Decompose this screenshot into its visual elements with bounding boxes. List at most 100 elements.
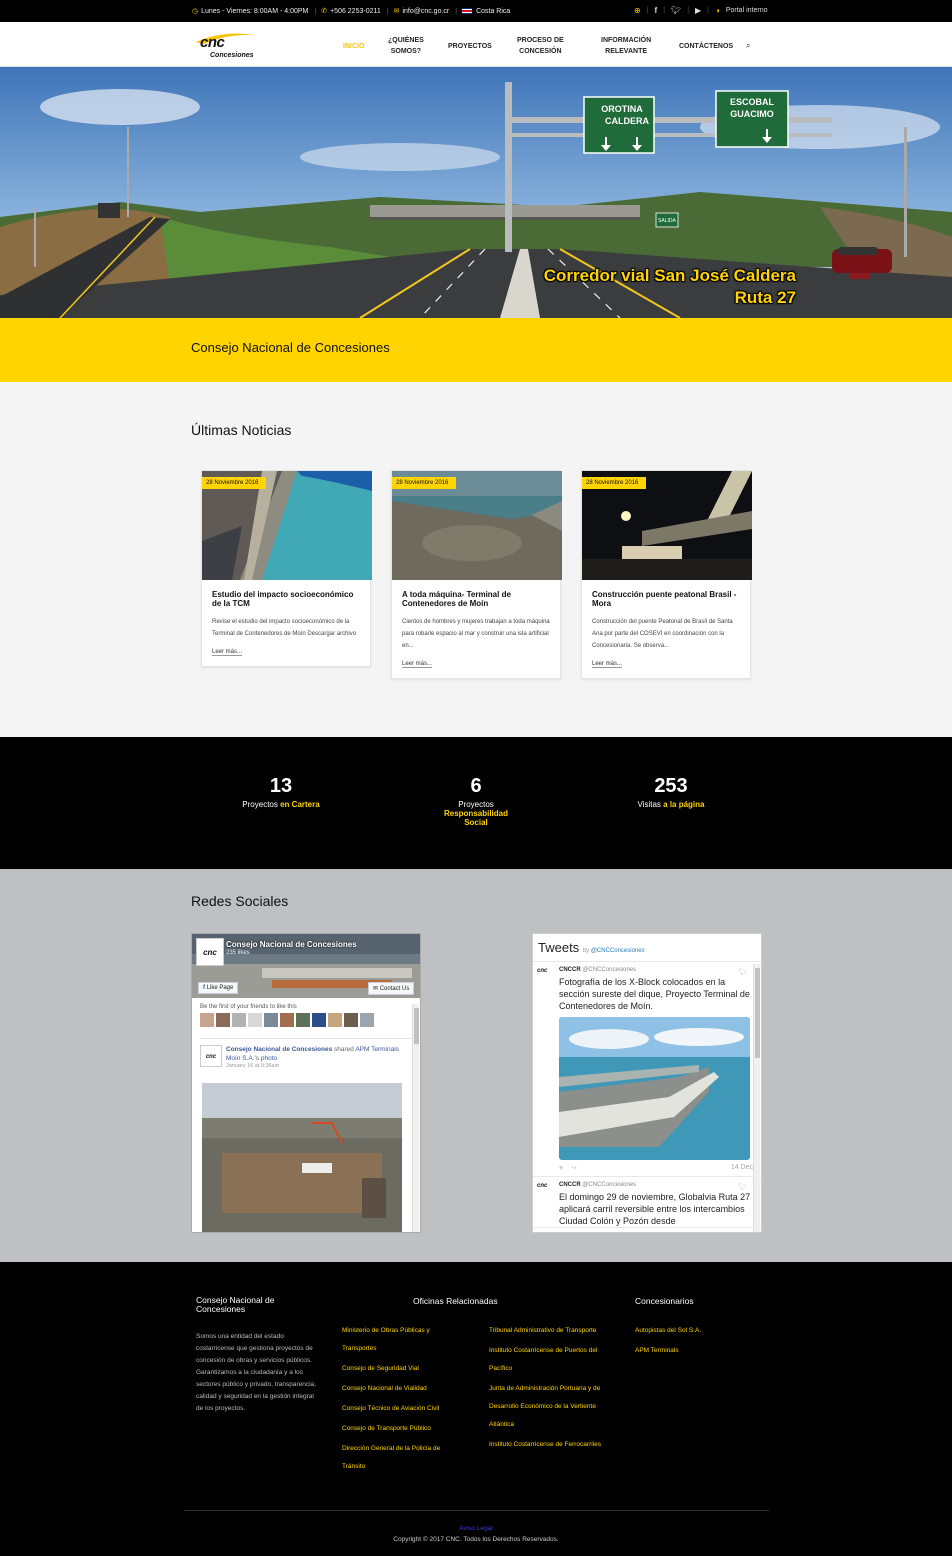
facebook-widget[interactable]: cnc Consejo Nacional de Concesiones 235 … — [191, 933, 421, 1233]
highway-photo: OROTINA CALDERA ESCOBAL GUACIMO SALIDA — [0, 67, 952, 318]
read-more-link[interactable]: Leer más... — [402, 661, 433, 668]
avatar[interactable] — [296, 1013, 310, 1027]
tweet-date[interactable]: 14 Dec — [731, 1164, 753, 1172]
avatar[interactable] — [248, 1013, 262, 1027]
footer-link[interactable]: Instituto Costarricense de Ferrocarriles — [489, 1436, 613, 1454]
mail-icon: ✉ — [373, 986, 379, 992]
facebook-post-avatar[interactable]: cnc — [200, 1045, 222, 1067]
footer-link[interactable]: Consejo Técnico de Aviación Civil — [342, 1400, 462, 1418]
hero-sign-1-line2: CALDERA — [605, 116, 649, 126]
avatar[interactable] — [360, 1013, 374, 1027]
facebook-post-photo-link[interactable]: photo — [261, 1055, 277, 1062]
footer-offices-title: Oficinas Relacionadas — [413, 1296, 498, 1306]
footer-link[interactable]: Consejo Nacional de Vialidad — [342, 1380, 462, 1398]
tweet-handle[interactable]: @CNCConcesiones — [582, 967, 636, 973]
avatar[interactable] — [216, 1013, 230, 1027]
nav-item-informacion-relevante[interactable]: INFORMACIÓN RELEVANTE — [601, 35, 651, 57]
nav-item-proceso-concesion[interactable]: PROCESO DE CONCESIÓN — [517, 35, 564, 57]
facebook-page-logo[interactable]: cnc — [196, 938, 224, 966]
tweet-author[interactable]: CNCCR — [559, 967, 581, 973]
facebook-post: cnc Consejo Nacional de Concesiones shar… — [200, 1038, 412, 1232]
twitter-title: Tweets — [538, 940, 580, 955]
avatar[interactable] — [312, 1013, 326, 1027]
avatar[interactable] — [264, 1013, 278, 1027]
footer-link[interactable]: Ministerio de Obras Públicas y Transport… — [342, 1322, 462, 1358]
top-bar: ◷ Lunes - Viernes: 8:00AM - 4:00PM | ✆ +… — [0, 0, 952, 22]
twitter-scrollbar[interactable] — [753, 964, 760, 1232]
twitter-icon[interactable]: 🐦︎ — [671, 6, 681, 15]
like-page-button[interactable]: f Like Page — [198, 982, 239, 994]
twitter-handle-link[interactable]: @CNCConcesiones — [591, 948, 645, 954]
footer-offices-links-b: Tribunal Administrativo de Transporte In… — [489, 1322, 613, 1456]
portal-link[interactable]: Portal interno — [726, 7, 768, 14]
read-more-link[interactable]: Leer más... — [592, 661, 623, 668]
tweet-avatar[interactable]: cnc — [537, 968, 555, 980]
twitter-widget[interactable]: Tweets by @CNCConcesiones cnc CNCCR @CNC… — [532, 933, 762, 1233]
tweet[interactable]: cnc CNCCR @CNCConcesiones 🐦︎ Fotografía … — [533, 962, 761, 1177]
scrollbar-thumb[interactable] — [755, 968, 760, 1058]
footer-link[interactable]: Junta de Administración Portuaria y de D… — [489, 1380, 613, 1434]
footer-link[interactable]: APM Terminals — [635, 1342, 755, 1360]
tweet-image[interactable] — [559, 1017, 750, 1160]
heart-icon[interactable]: ♥ — [559, 1165, 563, 1172]
scrollbar-thumb[interactable] — [414, 1008, 419, 1044]
tweet-handle[interactable]: @CNCConcesiones — [582, 1182, 636, 1188]
news-card[interactable]: 28 Noviembre 2016 Construcción puente pe… — [581, 470, 752, 679]
footer-link[interactable]: Autopistas del Sol S.A. — [635, 1322, 755, 1340]
tweet-avatar[interactable]: cnc — [537, 1183, 555, 1195]
news-card-title[interactable]: A toda máquina- Terminal de Contenedores… — [402, 590, 550, 608]
phone-text[interactable]: +506 2253-0211 — [330, 8, 381, 15]
contact-us-button[interactable]: ✉ Contact Us — [368, 982, 415, 995]
avatar[interactable] — [344, 1013, 358, 1027]
hero-sign-2-line1: ESCOBAL — [730, 97, 775, 107]
youtube-icon[interactable]: ▶ — [695, 6, 701, 15]
footer-link[interactable]: Instituto Costarricense de Puertos del P… — [489, 1342, 613, 1378]
avatar[interactable] — [200, 1013, 214, 1027]
globe-icon[interactable]: ⊕ — [634, 6, 641, 15]
news-card-title[interactable]: Estudio del impacto socioeconómico de la… — [212, 590, 360, 608]
news-card-image[interactable]: 28 Noviembre 2016 — [202, 471, 372, 580]
legal-notice-link[interactable]: Aviso Legal — [0, 1525, 952, 1532]
nav-item-contactenos[interactable]: CONTÁCTENOS — [679, 41, 733, 52]
twitter-by: by @CNCConcesiones — [583, 948, 645, 954]
facebook-post-photo[interactable] — [202, 1083, 402, 1232]
search-icon[interactable]: ⌕ — [746, 41, 750, 51]
nav-item-quienes-somos[interactable]: ¿QUIÉNES SOMOS? — [388, 35, 424, 57]
email-text[interactable]: info@cnc.go.cr — [402, 8, 449, 15]
news-card[interactable]: 28 Noviembre 2016 A toda máquina- Termin… — [391, 470, 562, 679]
share-icon[interactable]: ↪ — [571, 1165, 577, 1172]
footer-link[interactable]: Consejo de Transporte Público — [342, 1420, 462, 1438]
facebook-post-time[interactable]: January 16 at 9:36am — [226, 1063, 412, 1069]
facebook-cover[interactable]: cnc Consejo Nacional de Concesiones 235 … — [192, 934, 420, 998]
footer-link[interactable]: Tribunal Administrativo de Transporte — [489, 1322, 613, 1340]
breakwater-photo — [559, 1017, 750, 1160]
avatar[interactable] — [232, 1013, 246, 1027]
news-card[interactable]: 28 Noviembre 2016 Estudio del impacto so… — [201, 470, 372, 667]
nav-item-inicio[interactable]: INICIO — [343, 41, 364, 52]
footer-link[interactable]: Consejo de Seguridad Vial — [342, 1360, 462, 1378]
news-card-excerpt: Construcción del puente Peatonal de Bras… — [592, 619, 733, 649]
facebook-page-name[interactable]: Consejo Nacional de Concesiones — [226, 940, 357, 949]
stat-label: Proyectos Responsabilidad Social — [396, 800, 556, 827]
facebook-post-author[interactable]: Consejo Nacional de Concesiones — [226, 1046, 332, 1053]
facebook-scrollbar[interactable] — [412, 1004, 419, 1232]
twitter-bird-icon[interactable]: 🐦︎ — [738, 1183, 747, 1191]
email-item[interactable]: ✉ info@cnc.go.cr — [394, 7, 450, 16]
twitter-bird-icon[interactable]: 🐦︎ — [738, 968, 747, 976]
portal-icon[interactable]: ◑ — [715, 6, 720, 15]
nav-item-proyectos[interactable]: PROYECTOS — [448, 41, 492, 52]
news-card-title[interactable]: Construcción puente peatonal Brasil - Mo… — [592, 590, 740, 608]
facebook-icon[interactable]: f — [655, 6, 658, 15]
twitter-header: Tweets by @CNCConcesiones — [533, 934, 761, 962]
avatar[interactable] — [328, 1013, 342, 1027]
tweet[interactable]: cnc CNCCR @CNCConcesiones 🐦︎ El domingo … — [533, 1177, 761, 1228]
phone-item[interactable]: ✆ +506 2253-0211 — [321, 7, 381, 16]
avatar[interactable] — [280, 1013, 294, 1027]
hero-banner[interactable]: OROTINA CALDERA ESCOBAL GUACIMO SALIDA C… — [0, 67, 952, 318]
tweet-author[interactable]: CNCCR — [559, 1182, 581, 1188]
site-logo[interactable]: cnc Concesiones — [194, 30, 256, 60]
news-card-image[interactable]: 28 Noviembre 2016 — [392, 471, 562, 580]
read-more-link[interactable]: Leer más... — [212, 649, 243, 656]
news-card-image[interactable]: 28 Noviembre 2016 — [582, 471, 752, 580]
footer-link[interactable]: Dirección General de la Policía de Tráns… — [342, 1440, 462, 1476]
